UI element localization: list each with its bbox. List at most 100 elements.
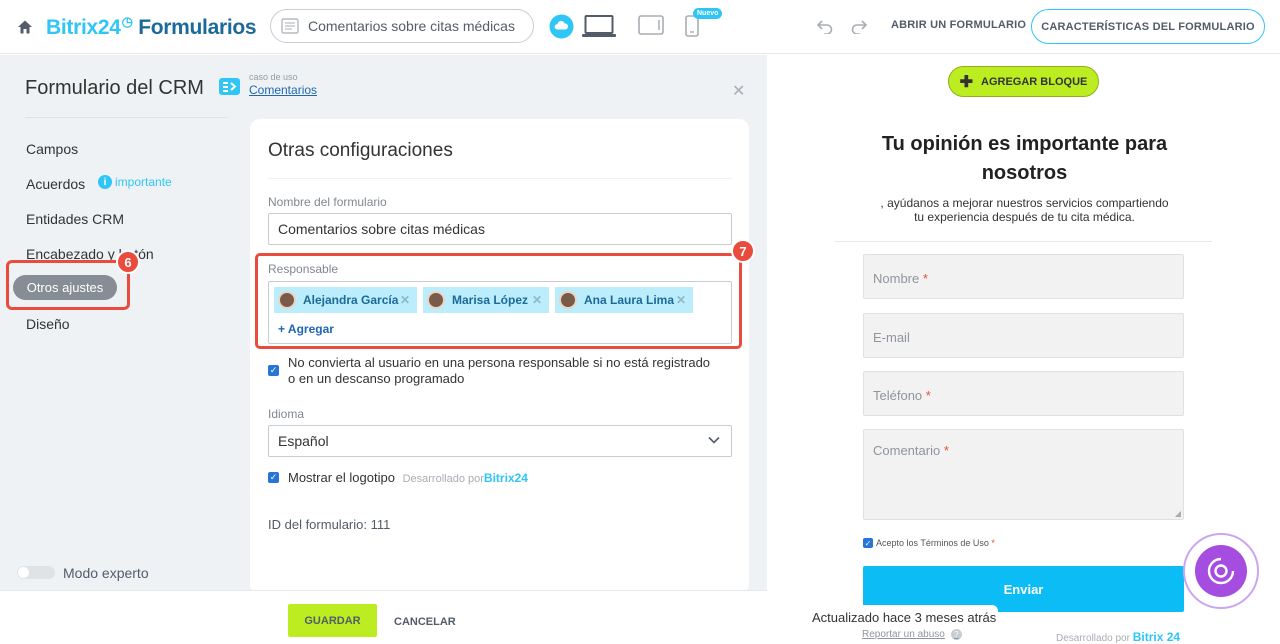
- no-convert-line: No convierta al usuario en una persona r…: [288, 355, 711, 370]
- developed-by-brand: Bitrix24: [483, 471, 528, 485]
- email-field[interactable]: E-mail: [863, 313, 1184, 358]
- redo-icon[interactable]: [850, 18, 868, 39]
- close-icon[interactable]: ✕: [732, 81, 745, 101]
- comment-field[interactable]: Comentario * ◢: [863, 429, 1184, 520]
- language-select[interactable]: Español: [268, 425, 732, 457]
- mobile-view-icon[interactable]: [685, 15, 699, 42]
- open-form-button[interactable]: ABRIR UN FORMULARIO: [891, 19, 1026, 31]
- show-logo-row: Mostrar el logotipo Desarrollado porBitr…: [288, 470, 528, 487]
- responsible-chip[interactable]: Marisa López ✕: [423, 287, 549, 313]
- terms-checkbox[interactable]: ✓: [863, 538, 873, 548]
- app-logo[interactable]: Bitrix24◷ Formularios: [46, 14, 257, 40]
- remove-icon[interactable]: ✕: [676, 293, 686, 307]
- home-icon[interactable]: [16, 18, 34, 36]
- assistant-icon[interactable]: [1195, 545, 1247, 597]
- show-logo-label: Mostrar el logotipo: [288, 470, 395, 485]
- use-case-icon: [219, 78, 240, 95]
- add-block-button[interactable]: ✚ AGREGAR BLOQUE: [948, 66, 1099, 97]
- developed-by-label: Desarrollado por: [402, 473, 484, 485]
- required-mark: *: [925, 388, 931, 403]
- developed-by-brand: Bitrix 24: [1132, 630, 1181, 644]
- top-bar: Bitrix24◷ Formularios Comentarios sobre …: [0, 0, 1280, 54]
- field-label: Teléfono: [873, 388, 923, 403]
- show-logo-checkbox[interactable]: ✓: [268, 472, 279, 483]
- form-name-label: Nombre del formulario: [268, 195, 387, 209]
- card-title: Otras configuraciones: [268, 140, 453, 161]
- sidebar-item-otros-ajustes[interactable]: Otros ajustes: [13, 275, 117, 300]
- card-divider: [268, 178, 732, 179]
- preview-title-line: Tu opinión es importante para: [881, 133, 1168, 155]
- cloud-icon[interactable]: [549, 14, 574, 44]
- desktop-view-icon[interactable]: [582, 14, 616, 43]
- responsible-selector[interactable]: Alejandra García ✕ Marisa López ✕ Ana La…: [268, 281, 732, 344]
- important-label: importante: [115, 175, 172, 189]
- preview-developed-by: Desarrollado por Bitrix 24: [1056, 630, 1180, 644]
- use-case-caption: caso de uso: [249, 72, 298, 82]
- required-mark: *: [943, 443, 949, 458]
- step-badge-7: 7: [731, 239, 755, 263]
- form-features-button[interactable]: CARACTERÍSTICAS DEL FORMULARIO: [1031, 9, 1265, 44]
- add-responsible-link[interactable]: + Agregar: [278, 322, 334, 336]
- developed-by-label: Desarrollado por: [1056, 633, 1130, 644]
- preview-title: Tu opinión es importante para nosotros: [837, 130, 1212, 188]
- clock-icon: ◷: [121, 14, 133, 29]
- cancel-button[interactable]: CANCELAR: [394, 616, 456, 628]
- important-hint[interactable]: i importante: [98, 175, 172, 189]
- responsible-name: Ana Laura Lima: [584, 293, 675, 307]
- save-button[interactable]: GUARDAR: [288, 604, 377, 637]
- preview-subtitle-line: , ayúdanos a mejorar nuestros servicios …: [880, 196, 1169, 210]
- crm-form-title: Formulario del CRM: [25, 77, 204, 99]
- help-icon[interactable]: ?: [950, 629, 962, 640]
- expert-mode-toggle[interactable]: [17, 566, 55, 579]
- sidebar-item-diseno[interactable]: Diseño: [26, 316, 70, 332]
- remove-icon[interactable]: ✕: [532, 293, 542, 307]
- avatar: [278, 291, 296, 309]
- remove-icon[interactable]: ✕: [400, 293, 410, 307]
- expert-mode-label: Modo experto: [63, 565, 149, 581]
- responsible-name: Alejandra García: [303, 293, 399, 307]
- responsible-label: Responsable: [268, 262, 339, 276]
- preview-subtitle-line: tu experiencia después de tu cita médica…: [914, 210, 1135, 224]
- preview-title-line: nosotros: [981, 162, 1068, 184]
- add-block-label: AGREGAR BLOQUE: [981, 75, 1088, 88]
- required-mark: *: [922, 271, 928, 286]
- field-label: E-mail: [873, 330, 910, 345]
- form-title-text: Comentarios sobre citas médicas: [308, 18, 515, 34]
- avatar: [427, 291, 445, 309]
- report-abuse-label: Reportar un abuso: [862, 629, 945, 640]
- responsible-chip[interactable]: Ana Laura Lima ✕: [555, 287, 693, 313]
- name-field[interactable]: Nombre *: [863, 254, 1184, 299]
- info-icon: i: [98, 175, 112, 189]
- required-mark: *: [991, 538, 995, 548]
- field-label: Nombre: [873, 271, 920, 286]
- form-name-input[interactable]: Comentarios sobre citas médicas: [268, 213, 732, 245]
- logo-product: Formularios: [138, 16, 257, 39]
- settings-panel: Formulario del CRM caso de uso Comentari…: [0, 55, 767, 644]
- avatar: [559, 291, 577, 309]
- use-case-link[interactable]: Comentarios: [249, 83, 317, 97]
- language-label: Idioma: [268, 407, 305, 421]
- form-document-icon: [281, 18, 299, 34]
- resize-handle-icon[interactable]: ◢: [1175, 509, 1181, 518]
- new-badge: Nuevo: [693, 8, 723, 19]
- form-title-field[interactable]: Comentarios sobre citas médicas: [270, 9, 534, 43]
- preview-divider: [835, 241, 1212, 242]
- chevron-down-icon[interactable]: [708, 433, 720, 447]
- undo-icon[interactable]: [816, 18, 834, 39]
- preview-subtitle: , ayúdanos a mejorar nuestros servicios …: [857, 196, 1192, 224]
- form-id-text: ID del formulario: 111: [268, 517, 391, 532]
- other-settings-card: Otras configuraciones Nombre del formula…: [250, 119, 755, 594]
- sidebar-item-entidades-crm[interactable]: Entidades CRM: [26, 211, 124, 227]
- report-abuse-link[interactable]: Reportar un abuso?: [862, 629, 962, 640]
- no-convert-checkbox[interactable]: ✓: [268, 365, 279, 376]
- phone-field[interactable]: Teléfono *: [863, 371, 1184, 416]
- no-convert-label: No convierta al usuario en una persona r…: [288, 355, 738, 387]
- sidebar-item-acuerdos[interactable]: Acuerdos: [26, 176, 85, 192]
- responsible-chip[interactable]: Alejandra García ✕: [274, 287, 417, 313]
- no-convert-line: o en un descanso programado: [288, 371, 465, 386]
- logo-brand: Bitrix24: [46, 16, 121, 39]
- tablet-view-icon[interactable]: [638, 15, 664, 40]
- plus-icon: ✚: [959, 73, 974, 91]
- sidebar-item-campos[interactable]: Campos: [26, 141, 78, 157]
- field-label: Comentario: [873, 443, 941, 458]
